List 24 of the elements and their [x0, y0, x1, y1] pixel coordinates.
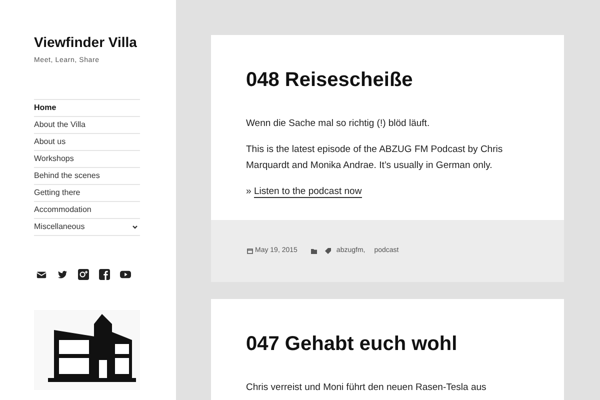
calendar-icon [247, 248, 253, 254]
menu-item[interactable]: Accommodation [34, 202, 140, 218]
post-paragraph: This is the latest episode of the ABZUG FM Podcast by Chris Marquardt and Monika Andrae. It’s usually in German only. [246, 143, 504, 173]
play-icon[interactable] [120, 268, 131, 280]
folder-icon [311, 248, 318, 254]
post-title[interactable]: 047 Gehabt euch wohl [246, 331, 529, 357]
menu-item[interactable]: About us [34, 134, 140, 150]
post-paragraph: Chris verreist und Moni führt den neuen Rasen-Tesla aus [246, 381, 488, 395]
menu-item[interactable]: Getting there [34, 184, 140, 202]
menu-item[interactable]: About the Villa [34, 116, 140, 134]
facebook-icon[interactable] [99, 268, 110, 280]
menu-item[interactable]: Behind the scenes [34, 168, 140, 184]
menu-item[interactable]: Workshops [34, 150, 140, 168]
post-title[interactable]: 048 Reisescheiße [246, 67, 529, 93]
tag-icon [325, 248, 332, 254]
podcast-link[interactable]: Listen to the podcast now [254, 186, 362, 198]
menu-item[interactable]: Home [34, 100, 140, 116]
bird-icon[interactable] [57, 268, 68, 280]
chevron-down-icon[interactable] [132, 224, 138, 228]
site-title[interactable]: Viewfinder Villa [34, 34, 140, 50]
post-paragraph: Wenn die Sache mal so richtig (!) blöd läuft. [246, 117, 431, 131]
g-plus-icon[interactable] [78, 268, 89, 280]
menu-item[interactable]: Miscellaneous [34, 218, 140, 236]
post-link-line: » Listen to the podcast now [246, 185, 363, 200]
